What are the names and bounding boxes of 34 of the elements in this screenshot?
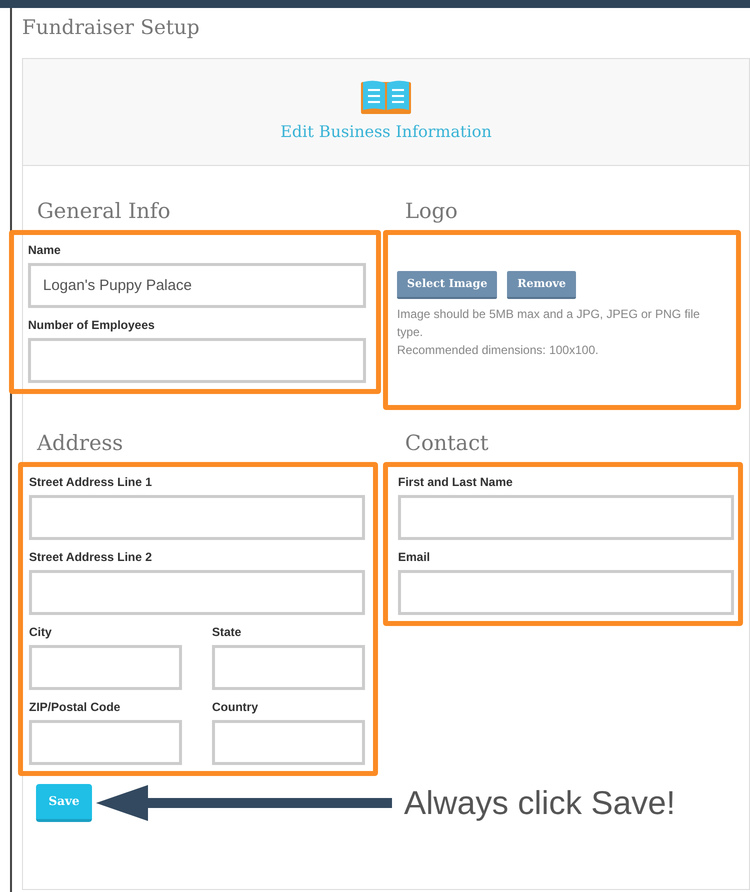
section-title: Contact xyxy=(404,430,490,457)
annotation-text: Always click Save! xyxy=(404,783,676,823)
image-button[interactable]: Select Image xyxy=(397,271,498,299)
help-text: Recommended dimensions: 100x100. xyxy=(397,342,600,359)
input-field[interactable] xyxy=(398,570,734,615)
field-label: Street Address Line 2 xyxy=(29,550,153,565)
input-field[interactable] xyxy=(29,720,182,765)
input-field[interactable]: Logan's Puppy Palace xyxy=(28,263,366,308)
input-field[interactable] xyxy=(29,570,365,615)
field-label: Email xyxy=(398,550,432,565)
arrow-icon xyxy=(96,784,392,822)
header-title: Edit Business Information xyxy=(280,121,492,143)
input-field[interactable] xyxy=(398,495,734,540)
page-title: Fundraiser Setup xyxy=(21,14,201,41)
section-title: General Info xyxy=(36,198,172,225)
book-icon xyxy=(361,80,411,114)
field-label: ZIP/Postal Code xyxy=(29,700,122,715)
field-label: Number of Employees xyxy=(28,318,156,333)
field-label: Street Address Line 1 xyxy=(29,475,153,490)
section-title: Address xyxy=(36,430,124,457)
field-label: State xyxy=(212,625,242,640)
save-button[interactable]: Save xyxy=(36,784,92,822)
input-field[interactable] xyxy=(212,645,365,690)
section-title: Logo xyxy=(404,198,459,225)
input-field[interactable] xyxy=(29,645,182,690)
input-field[interactable] xyxy=(212,720,365,765)
help-text: Image should be 5MB max and a JPG, JPEG or PNG file type. xyxy=(397,306,701,341)
field-label: City xyxy=(29,625,53,640)
image-button[interactable]: Remove xyxy=(507,271,576,299)
field-label: Name xyxy=(28,243,62,258)
input-field[interactable] xyxy=(28,338,366,383)
input-field[interactable] xyxy=(29,495,365,540)
field-label: First and Last Name xyxy=(398,475,514,490)
field-label: Country xyxy=(212,700,259,715)
